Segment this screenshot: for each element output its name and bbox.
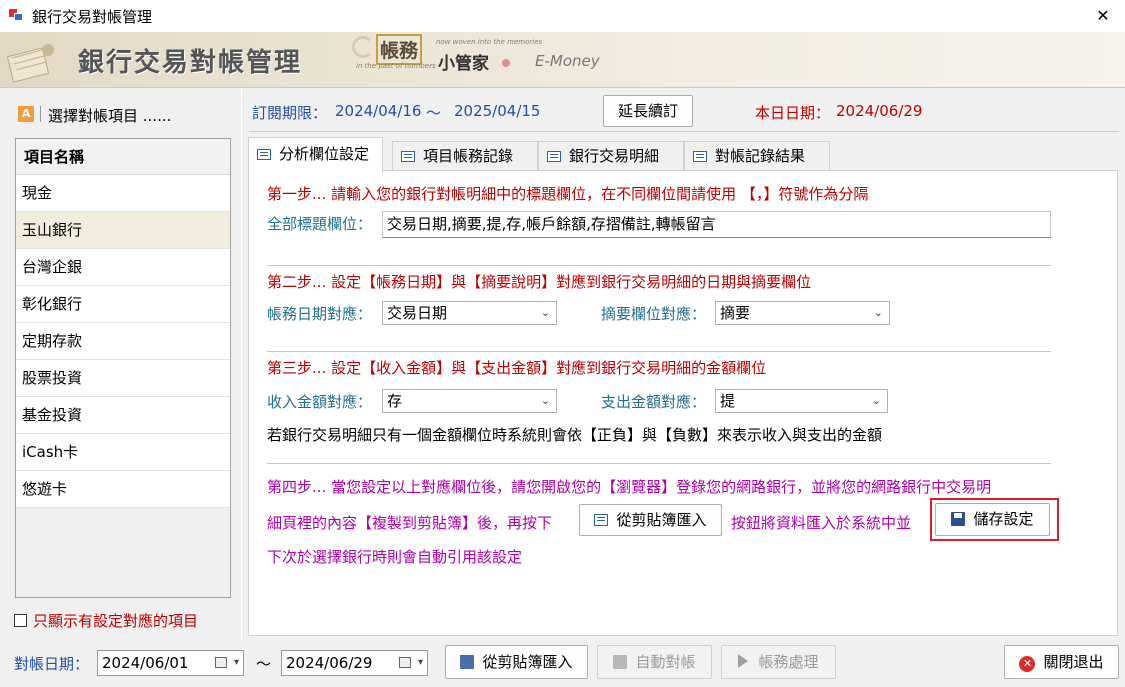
expense-mapping-label: 支出金額對應： — [601, 393, 707, 411]
field-analysis-panel: 第一步... 請輸入您的銀行對帳明細中的標題欄位，在不同欄位間請使用 【，】符號… — [248, 170, 1118, 636]
close-icon[interactable]: ✕ — [1081, 0, 1125, 32]
table-icon — [693, 151, 707, 162]
list-letter-icon: A — [18, 106, 34, 122]
item-selection-title: 選擇對帳項目 ...... — [48, 107, 172, 125]
banner-tagline-2: in the past of numbers — [356, 62, 436, 70]
summary-mapping-select[interactable]: 摘要 ⌄ — [715, 301, 890, 325]
bottom-import-clipboard-button[interactable]: 從剪貼簿匯入 — [445, 645, 588, 679]
date-mapping-label: 帳務日期對應： — [267, 305, 373, 323]
panel-separator — [241, 88, 242, 640]
income-mapping-select[interactable]: 存 ⌄ — [382, 389, 557, 413]
save-disk-icon — [951, 512, 966, 526]
chevron-down-icon: ▾ — [417, 657, 423, 668]
chevron-down-icon: ▾ — [233, 657, 239, 668]
subscription-end: 2025/04/15 — [454, 102, 541, 120]
table-icon — [594, 514, 609, 526]
reconcile-date-label: 對帳日期： — [14, 655, 90, 673]
tab-item-records[interactable]: 項目帳務記錄 — [392, 141, 538, 171]
tab-bank-details[interactable]: 銀行交易明細 — [538, 141, 684, 171]
robot-icon — [613, 655, 628, 669]
step4-instruction-line2b: 按鈕將資料匯入於系統中並 — [731, 514, 912, 532]
step-divider — [267, 351, 1051, 352]
subscription-bar: 訂閱期限： 2024/04/16 ～ 2025/04/15 延長續訂 本日日期：… — [252, 94, 1112, 130]
step2-instruction: 第二步... 設定【帳務日期】與【摘要說明】對應到銀行交易明細的日期與摘要欄位 — [267, 273, 812, 291]
item-list-header: 項目名稱 — [16, 139, 230, 175]
heart-decoration-icon — [502, 59, 510, 67]
today-label: 本日日期： — [755, 104, 831, 122]
close-exit-button[interactable]: ✕ 關閉退出 — [1004, 645, 1119, 679]
step-divider — [267, 265, 1051, 266]
banner-tagline-1: now woven into the memories — [436, 38, 543, 46]
reconcile-from-date[interactable]: 2024/06/01 ▾ — [97, 650, 244, 676]
accounting-process-button[interactable]: 帳務處理 — [721, 645, 836, 679]
play-icon — [738, 654, 749, 668]
list-item[interactable]: 悠遊卡 — [16, 471, 230, 508]
income-mapping-label: 收入金額對應： — [267, 393, 373, 411]
title-bar: 銀行交易對帳管理 ✕ — [0, 0, 1125, 32]
save-settings-button[interactable]: 儲存設定 — [935, 503, 1050, 536]
only-configured-checkbox[interactable]: 只顯示有設定對應的項目 — [14, 610, 198, 631]
step4-instruction-line2: 細頁裡的內容【複製到剪貼簿】後，再按下 — [267, 514, 553, 532]
envelope-decoration-icon — [6, 44, 54, 83]
swirl-decoration-icon — [352, 36, 374, 58]
list-item[interactable]: 台灣企銀 — [16, 249, 230, 286]
all-headers-label: 全部標題欄位： — [267, 215, 373, 233]
list-item[interactable]: 基金投資 — [16, 397, 230, 434]
chevron-down-icon: ⌄ — [873, 306, 883, 319]
all-headers-input[interactable]: 交易日期,摘要,提,存,帳戶餘額,存摺備註,轉帳留言 — [382, 211, 1051, 238]
list-item[interactable]: iCash卡 — [16, 434, 230, 471]
table-icon — [547, 151, 561, 162]
list-item[interactable]: 定期存款 — [16, 323, 230, 360]
close-circle-icon: ✕ — [1019, 656, 1036, 672]
header-separator — [40, 106, 41, 122]
subscription-label: 訂閱期限： — [252, 104, 328, 122]
brand-logo: 帳務 — [376, 34, 423, 65]
list-item[interactable]: 現金 — [16, 175, 230, 212]
brand-name: 小管家 — [438, 54, 489, 74]
subscription-tilde: ～ — [426, 104, 442, 122]
list-item[interactable]: 股票投資 — [16, 360, 230, 397]
step3-instruction: 第三步... 設定【收入金額】與【支出金額】對應到銀行交易明細的金額欄位 — [267, 359, 767, 377]
step4-instruction-line3: 下次於選擇銀行時則會自動引用該設定 — [267, 548, 523, 566]
step-divider — [267, 463, 1051, 464]
date-range-tilde: ～ — [256, 655, 272, 673]
table-icon — [401, 151, 415, 162]
item-list[interactable]: 項目名稱 現金 玉山銀行 台灣企銀 彰化銀行 定期存款 股票投資 基金投資 iC… — [15, 138, 231, 598]
banner-title: 銀行交易對帳管理 — [78, 48, 303, 78]
calendar-icon[interactable] — [215, 657, 227, 668]
clipboard-icon — [460, 655, 475, 669]
bottom-toolbar: 對帳日期： 2024/06/01 ▾ ～ 2024/06/29 ▾ 從剪貼簿匯入 自… — [0, 640, 1125, 687]
step1-instruction: 第一步... 請輸入您的銀行對帳明細中的標題欄位，在不同欄位間請使用 【，】符號… — [267, 185, 869, 203]
step4-instruction-line1: 第四步... 當您設定以上對應欄位後，請您開啟您的【瀏覽器】登錄您的網路銀行，並… — [267, 478, 992, 496]
list-item[interactable]: 玉山銀行 — [16, 212, 230, 249]
reconcile-to-date[interactable]: 2024/06/29 ▾ — [281, 650, 428, 676]
expense-mapping-select[interactable]: 提 ⌄ — [715, 389, 888, 413]
chevron-down-icon: ⌄ — [871, 394, 881, 407]
summary-mapping-label: 摘要欄位對應： — [601, 305, 707, 323]
header-banner: 銀行交易對帳管理 帳務 now woven into the memories … — [0, 32, 1125, 88]
app-icon — [9, 9, 23, 21]
chevron-down-icon: ⌄ — [540, 306, 550, 319]
checkbox-box[interactable] — [14, 614, 27, 627]
only-configured-label: 只顯示有設定對應的項目 — [33, 612, 199, 630]
list-item[interactable]: 彰化銀行 — [16, 286, 230, 323]
table-icon — [257, 149, 271, 160]
tab-field-analysis[interactable]: 分析欄位設定 — [248, 137, 383, 172]
subscription-divider — [249, 131, 1119, 132]
import-clipboard-button[interactable]: 從剪貼簿匯入 — [579, 504, 722, 536]
tab-reconcile-results[interactable]: 對帳記錄結果 — [684, 141, 830, 171]
subscription-start: 2024/04/16 — [335, 102, 422, 120]
window-title: 銀行交易對帳管理 — [32, 8, 153, 26]
auto-reconcile-button[interactable]: 自動對帳 — [597, 645, 712, 679]
item-selection-panel: A 選擇對帳項目 ...... 項目名稱 現金 玉山銀行 台灣企銀 彰化銀行 定… — [0, 88, 240, 640]
calendar-icon[interactable] — [399, 657, 411, 668]
brand-english: E-Money — [535, 52, 600, 70]
today-date: 2024/06/29 — [836, 102, 923, 120]
date-mapping-select[interactable]: 交易日期 ⌄ — [382, 301, 557, 325]
amount-note: 若銀行交易明細只有一個金額欄位時系統則會依【正負】與【負數】來表示收入與支出的金… — [267, 426, 883, 444]
renew-button[interactable]: 延長續訂 — [603, 95, 693, 127]
chevron-down-icon: ⌄ — [540, 394, 550, 407]
